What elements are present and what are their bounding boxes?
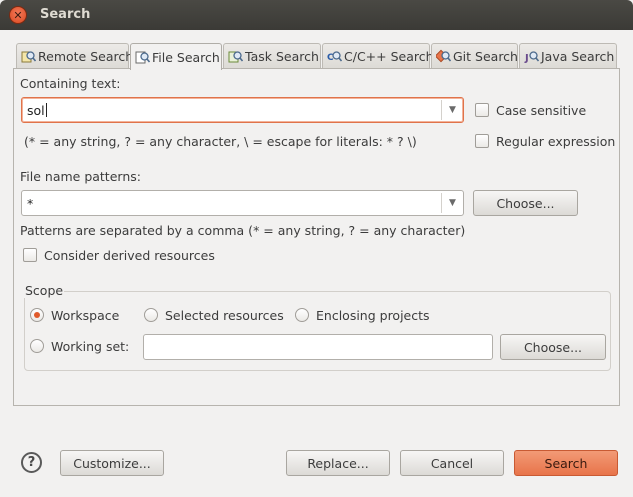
task-search-icon xyxy=(228,49,244,64)
enclosing-projects-radio[interactable] xyxy=(295,308,309,322)
cpp-search-icon: C xyxy=(327,49,343,64)
replace-button[interactable]: Replace... xyxy=(286,450,390,476)
selected-resources-label[interactable]: Selected resources xyxy=(165,308,284,323)
title-bar: ✕ Search xyxy=(0,0,633,30)
consider-derived-checkbox[interactable] xyxy=(23,248,37,262)
workspace-radio[interactable] xyxy=(30,308,44,322)
file-name-patterns-hint: Patterns are separated by a comma (* = a… xyxy=(20,223,466,238)
git-search-icon xyxy=(434,49,452,64)
customize-button[interactable]: Customize... xyxy=(60,450,164,476)
svg-text:J: J xyxy=(524,53,529,64)
cancel-button[interactable]: Cancel xyxy=(400,450,504,476)
file-name-patterns-input[interactable]: * xyxy=(27,196,33,211)
search-button[interactable]: Search xyxy=(514,450,618,476)
tab-cpp-search[interactable]: C C/C++ Search xyxy=(322,43,434,69)
tab-git-search[interactable]: Git Search xyxy=(431,43,518,69)
help-icon[interactable]: ? xyxy=(21,452,42,473)
working-set-radio[interactable] xyxy=(30,339,44,353)
containing-text-combo[interactable]: sol ▼ xyxy=(21,97,464,123)
file-name-patterns-label: File name patterns: xyxy=(20,169,141,184)
enclosing-projects-label[interactable]: Enclosing projects xyxy=(316,308,430,323)
regular-expression-label[interactable]: Regular expression xyxy=(496,134,615,149)
containing-text-hint: (* = any string, ? = any character, \ = … xyxy=(24,134,417,149)
tab-java-search[interactable]: J Java Search xyxy=(519,43,617,69)
workspace-label[interactable]: Workspace xyxy=(51,308,119,323)
containing-text-input[interactable]: sol xyxy=(27,103,47,118)
file-patterns-choose-button[interactable]: Choose... xyxy=(473,190,578,216)
consider-derived-label[interactable]: Consider derived resources xyxy=(44,248,215,263)
regular-expression-checkbox[interactable] xyxy=(475,134,489,148)
tab-task-search[interactable]: Task Search xyxy=(223,43,321,69)
window-title: Search xyxy=(40,7,91,22)
file-search-icon xyxy=(135,50,151,65)
case-sensitive-checkbox[interactable] xyxy=(475,103,489,117)
file-name-patterns-combo[interactable]: * ▼ xyxy=(21,190,464,216)
case-sensitive-label[interactable]: Case sensitive xyxy=(496,103,586,118)
tab-file-search[interactable]: File Search xyxy=(130,43,222,70)
scope-legend: Scope xyxy=(24,283,65,298)
working-set-label[interactable]: Working set: xyxy=(51,339,129,354)
chevron-down-icon[interactable]: ▼ xyxy=(441,100,463,120)
tab-remote-search[interactable]: Remote Search xyxy=(16,43,133,69)
close-icon[interactable]: ✕ xyxy=(9,6,27,24)
java-search-icon: J xyxy=(524,49,540,64)
working-set-choose-button[interactable]: Choose... xyxy=(500,334,606,360)
remote-search-icon xyxy=(21,49,37,64)
containing-text-label: Containing text: xyxy=(20,76,121,91)
working-set-input[interactable] xyxy=(143,334,493,360)
chevron-down-icon[interactable]: ▼ xyxy=(441,193,463,213)
selected-resources-radio[interactable] xyxy=(144,308,158,322)
